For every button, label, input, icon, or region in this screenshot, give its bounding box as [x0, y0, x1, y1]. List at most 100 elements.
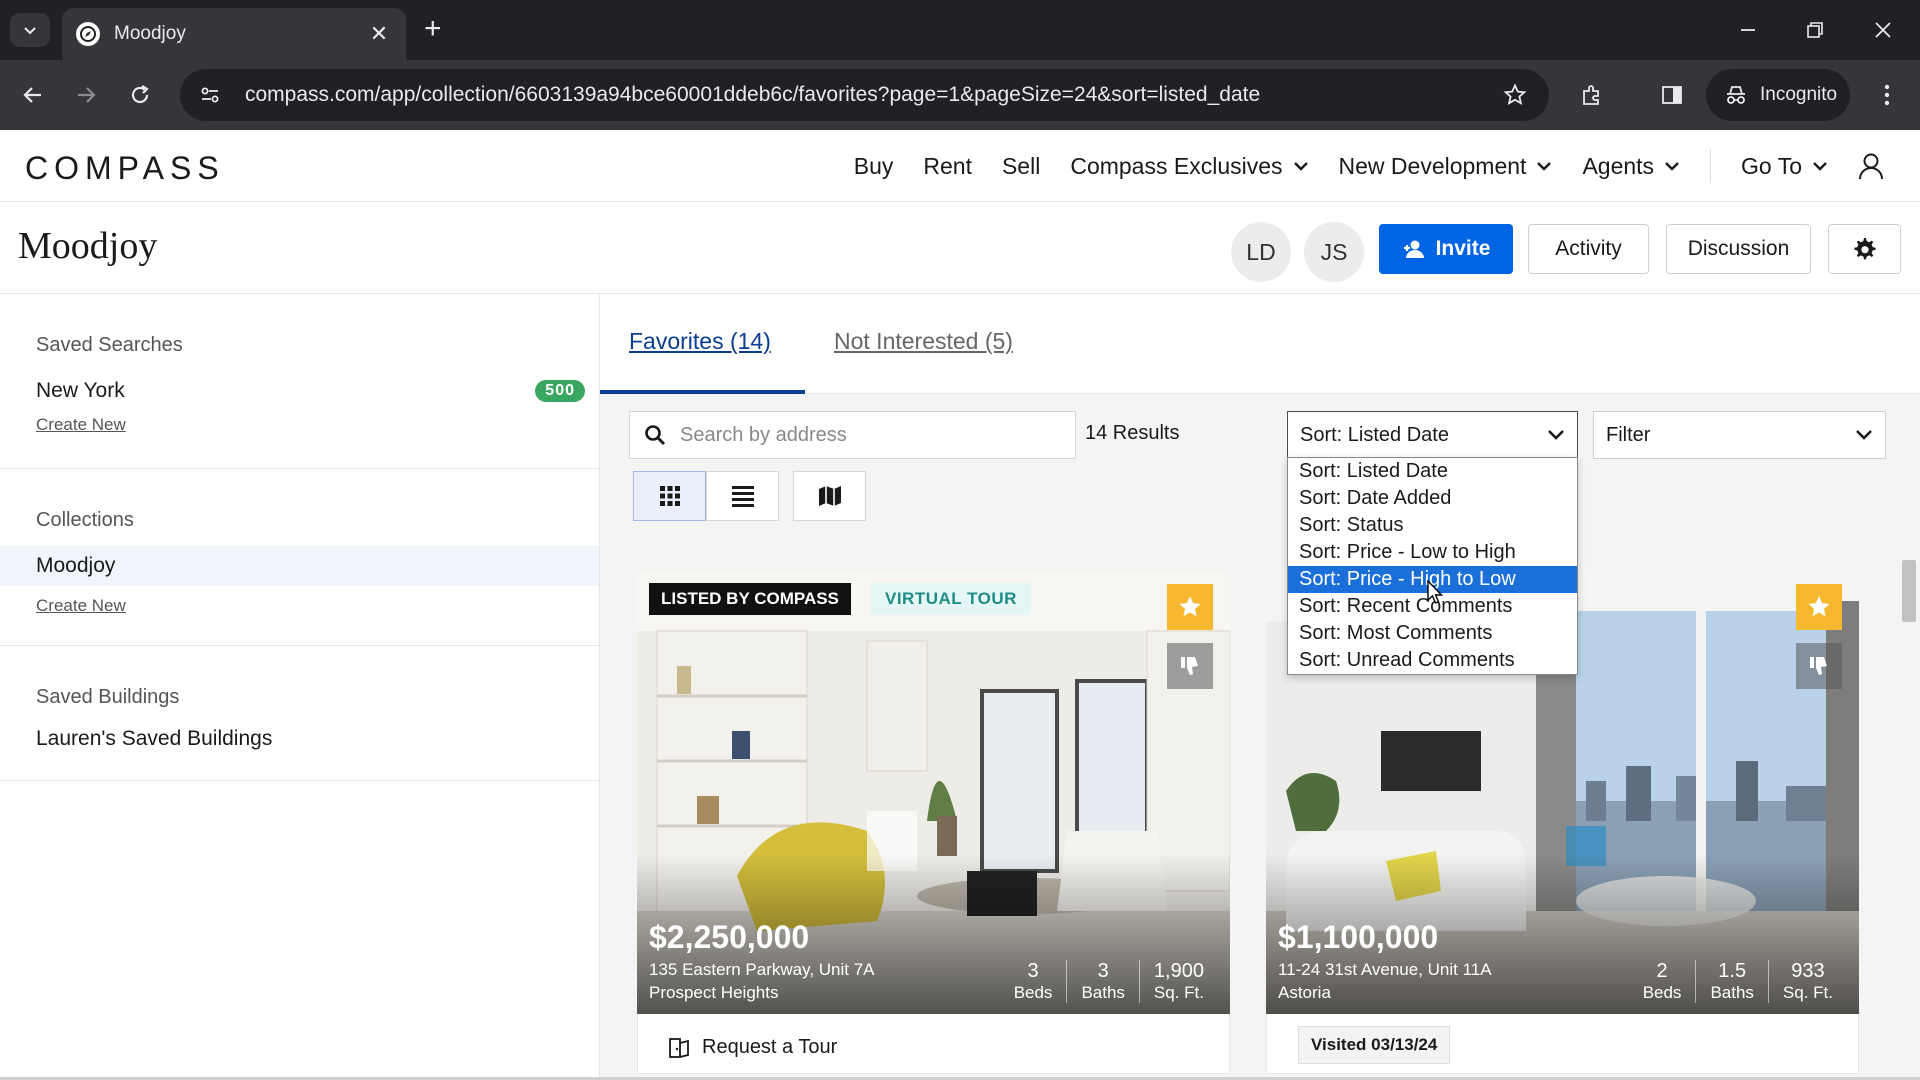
beds-stat: 3 Beds — [1000, 960, 1067, 1003]
avatar[interactable]: JS — [1304, 222, 1364, 282]
forward-arrow-icon[interactable] — [66, 75, 106, 115]
nav-new-development[interactable]: New Development — [1339, 153, 1553, 180]
compass-favicon-icon — [76, 22, 100, 46]
star-icon — [1179, 596, 1201, 617]
side-panel-icon[interactable] — [1652, 75, 1692, 115]
baths-label: Baths — [1710, 983, 1754, 1002]
invite-button[interactable]: Invite — [1379, 224, 1513, 274]
baths-value: 3 — [1097, 960, 1109, 982]
thumbs-down-icon — [1181, 657, 1198, 675]
activity-label: Activity — [1555, 237, 1622, 260]
restore-icon[interactable] — [1782, 0, 1848, 60]
sidebar-item-new-york[interactable]: New York 500 — [0, 371, 599, 411]
site-info-icon[interactable] — [190, 84, 230, 106]
plus-icon[interactable]: + — [424, 14, 442, 44]
chevron-down-icon — [1537, 162, 1552, 171]
compass-logo[interactable]: COMPASS — [25, 150, 225, 187]
nav-sell-label: Sell — [1001, 152, 1041, 179]
nav-rent-label: Rent — [923, 152, 972, 179]
bookmark-star-icon[interactable] — [1495, 83, 1535, 107]
settings-button[interactable] — [1828, 224, 1901, 274]
user-icon[interactable] — [1858, 152, 1884, 180]
sqft-stat: 1,900 Sq. Ft. — [1138, 960, 1218, 1003]
favorite-button[interactable] — [1796, 584, 1842, 630]
tab-search-button[interactable] — [10, 13, 50, 47]
invite-label: Invite — [1435, 237, 1491, 260]
baths-value: 1.5 — [1718, 960, 1747, 982]
tab-not-interested[interactable]: Not Interested (5) — [834, 328, 1013, 355]
incognito-icon — [1727, 86, 1745, 104]
listing-photo[interactable]: LISTED BY COMPASS VIRTUAL TOUR $2,250,00… — [637, 571, 1230, 1014]
minimize-icon[interactable] — [1715, 0, 1781, 60]
avatar[interactable]: LD — [1231, 222, 1291, 282]
add-person-icon — [1403, 240, 1424, 258]
sort-dropdown-list: Sort: Listed Date Sort: Date Added Sort:… — [1287, 457, 1578, 675]
create-new-collection-link[interactable]: Create New — [0, 596, 599, 616]
saved-buildings-heading: Saved Buildings — [36, 686, 180, 708]
saved-searches-heading: Saved Searches — [36, 334, 183, 356]
virtual-tour-tag[interactable]: VIRTUAL TOUR — [871, 583, 1031, 615]
mouse-cursor-icon — [1427, 580, 1444, 604]
baths-label: Baths — [1081, 983, 1125, 1002]
reload-icon[interactable] — [120, 75, 160, 115]
nav-sell[interactable]: Sell — [1002, 153, 1040, 180]
sort-option[interactable]: Sort: Price - Low to High — [1288, 539, 1577, 566]
scrollbar-thumb[interactable] — [1902, 560, 1916, 622]
address-search[interactable] — [629, 411, 1076, 459]
grid-view-button[interactable] — [633, 471, 706, 521]
filter-select[interactable]: Filter — [1593, 411, 1886, 459]
activity-button[interactable]: Activity — [1528, 224, 1649, 274]
sort-select[interactable]: Sort: Listed Date — [1287, 411, 1578, 459]
close-window-icon[interactable] — [1850, 0, 1916, 60]
nav-exclusives-label: Compass Exclusives — [1070, 152, 1283, 179]
address-bar[interactable]: compass.com/app/collection/6603139a94bce… — [180, 69, 1549, 121]
nav-agents[interactable]: Agents — [1582, 153, 1680, 180]
list-view-button[interactable] — [706, 471, 779, 521]
search-input[interactable] — [678, 422, 1038, 448]
tab-favorites[interactable]: Favorites (14) — [629, 328, 771, 355]
sort-option[interactable]: Sort: Status — [1288, 512, 1577, 539]
sort-option[interactable]: Sort: Unread Comments — [1288, 647, 1577, 674]
sidebar-item-moodjoy[interactable]: Moodjoy — [0, 546, 599, 586]
listing-address: 135 Eastern Parkway, Unit 7A — [649, 960, 875, 979]
sort-option[interactable]: Sort: Date Added — [1288, 485, 1577, 512]
beds-stat: 2 Beds — [1629, 960, 1696, 1003]
more-vert-icon[interactable] — [1867, 75, 1907, 115]
beds-value: 3 — [1027, 960, 1039, 982]
chevron-down-icon — [1293, 162, 1308, 171]
nav-go-to[interactable]: Go To — [1741, 153, 1828, 180]
sort-option[interactable]: Sort: Most Comments — [1288, 620, 1577, 647]
not-interested-button[interactable] — [1167, 643, 1213, 689]
sort-option[interactable]: Sort: Listed Date — [1288, 458, 1577, 485]
browser-tab[interactable]: Moodjoy ✕ — [62, 8, 406, 60]
nav-buy[interactable]: Buy — [854, 153, 894, 180]
request-tour-label: Request a Tour — [702, 1036, 838, 1058]
request-tour-button[interactable]: Request a Tour — [668, 1036, 837, 1059]
sqft-value: 933 — [1791, 960, 1825, 982]
close-icon[interactable]: ✕ — [366, 21, 392, 47]
listing-address: 11-24 31st Avenue, Unit 11A — [1278, 960, 1492, 979]
extensions-icon[interactable] — [1572, 75, 1612, 115]
chevron-down-icon — [1856, 430, 1872, 440]
listing-card[interactable]: LISTED BY COMPASS VIRTUAL TOUR $2,250,00… — [637, 571, 1230, 1074]
not-interested-button[interactable] — [1796, 643, 1842, 689]
favorite-button[interactable] — [1167, 584, 1213, 630]
url-text[interactable]: compass.com/app/collection/6603139a94bce… — [245, 83, 1495, 107]
chevron-down-icon — [1665, 162, 1679, 171]
saved-searches-section: Saved Searches New York 500 Create New — [0, 294, 599, 469]
browser-tab-bar: Moodjoy ✕ + — [0, 0, 1920, 60]
nav-compass-exclusives[interactable]: Compass Exclusives — [1070, 153, 1308, 180]
nav-new-dev-label: New Development — [1338, 152, 1527, 179]
create-new-search-link[interactable]: Create New — [0, 415, 599, 435]
collections-section: Collections Moodjoy Create New — [0, 469, 599, 646]
back-arrow-icon[interactable] — [13, 75, 53, 115]
incognito-indicator[interactable]: Incognito — [1706, 69, 1850, 121]
sidebar-item-saved-buildings[interactable]: Lauren's Saved Buildings — [0, 719, 599, 759]
discussion-button[interactable]: Discussion — [1666, 224, 1811, 274]
nav-buy-label: Buy — [853, 152, 894, 179]
page-scrollbar[interactable] — [1898, 540, 1920, 1080]
nav-rent[interactable]: Rent — [923, 153, 972, 180]
listing-price: $1,100,000 — [1278, 919, 1439, 955]
listing-stats: 3 Beds 3 Baths 1,900 Sq. Ft. — [1000, 960, 1218, 1003]
map-view-button[interactable] — [793, 471, 866, 521]
